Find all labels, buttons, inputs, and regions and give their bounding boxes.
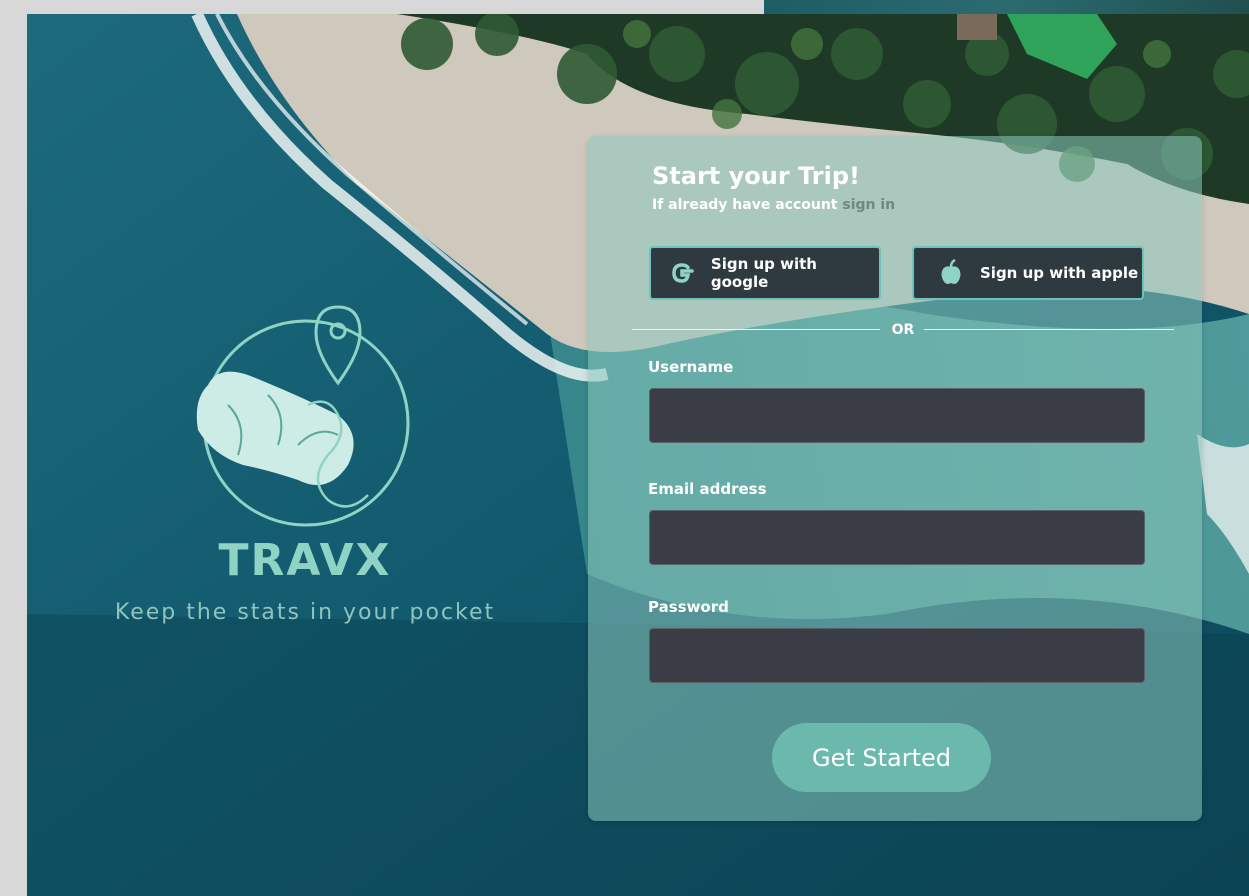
form-subtitle: If already have account sign in: [652, 197, 895, 213]
signup-panel: [588, 136, 1202, 821]
email-input[interactable]: [649, 510, 1145, 565]
brand-name: TRAVX: [218, 535, 392, 586]
travx-logo: [188, 305, 412, 533]
apple-icon: [936, 258, 966, 288]
divider-line-right: [924, 329, 1174, 330]
google-signup-button[interactable]: Sign up with google: [649, 246, 881, 300]
password-label: Password: [648, 598, 729, 616]
window-edge: [764, 0, 1249, 14]
google-button-label: Sign up with google: [710, 255, 817, 291]
apple-button-label: Sign up with apple: [980, 264, 1139, 282]
apple-signup-button[interactable]: Sign up with apple: [912, 246, 1144, 300]
password-input[interactable]: [649, 628, 1145, 683]
username-label: Username: [648, 358, 734, 376]
email-label: Email address: [648, 480, 767, 498]
google-icon: [667, 258, 697, 288]
brand-tagline: Keep the stats in your pocket: [114, 600, 496, 625]
divider-line-left: [632, 329, 880, 330]
divider-or: OR: [891, 322, 915, 338]
globe-map-pin-icon: [196, 305, 410, 527]
subtitle-text: If already have account: [652, 197, 843, 213]
get-started-button[interactable]: Get Started: [772, 723, 991, 792]
form-title: Start your Trip!: [652, 162, 860, 190]
signin-link[interactable]: sign in: [842, 197, 895, 213]
username-input[interactable]: [649, 388, 1145, 443]
